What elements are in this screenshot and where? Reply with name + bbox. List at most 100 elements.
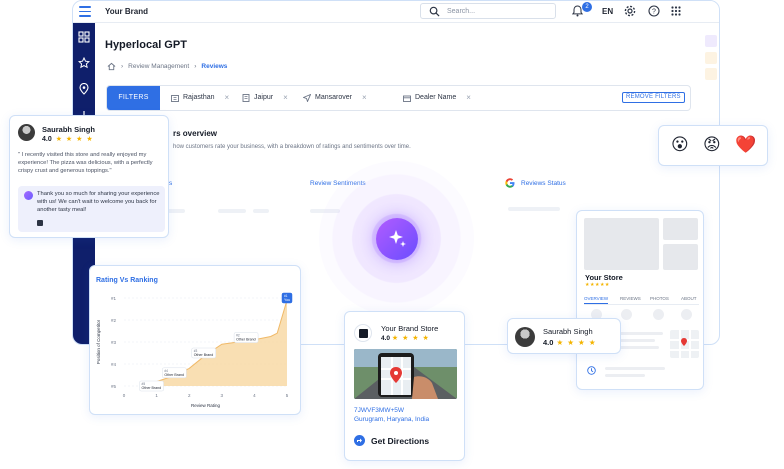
menu-icon[interactable]	[79, 6, 91, 17]
remove-filters-button[interactable]: REMOVE FILTERS	[622, 92, 685, 103]
angry-emoji-icon[interactable]: 😡	[703, 135, 721, 155]
profile-store-name: Your Store	[585, 273, 623, 282]
side-swatch	[705, 68, 717, 80]
get-directions-label: Get Directions	[371, 435, 430, 446]
mini-map	[670, 330, 699, 358]
star-icon[interactable]	[78, 57, 90, 69]
notification-badge: 2	[582, 2, 592, 12]
dashboard-icon[interactable]	[78, 31, 90, 43]
apps-grid-icon[interactable]	[671, 6, 681, 16]
heart-emoji-icon[interactable]: ❤️	[735, 135, 756, 155]
chart-annotation-label: Other Brand	[142, 386, 162, 390]
reviewer-card: Saurabh Singh 4.0 ★ ★ ★ ★	[507, 318, 621, 354]
info-line	[605, 374, 645, 377]
tab-photos[interactable]: PHOTOS	[650, 296, 669, 301]
building-icon	[171, 94, 179, 102]
filters-button[interactable]: FILTERS	[107, 86, 160, 110]
star-rating-icons: ★ ★ ★ ★	[556, 338, 597, 347]
action-icon[interactable]	[621, 309, 632, 320]
placeholder-bar	[218, 209, 246, 213]
filter-chip-mansarover[interactable]: Mansarover ×	[303, 93, 367, 102]
store-card: Your Brand Store 4.0 ★ ★ ★ ★ 7JWVF3MW+5W…	[344, 311, 465, 461]
overview-title: rs overview	[173, 129, 218, 138]
profile-tabs: OVERVIEW REVIEWS PHOTOS ABOUT	[584, 295, 699, 305]
search-icon	[429, 6, 440, 17]
reviewer-rating: 4.0 ★ ★ ★ ★	[42, 135, 94, 143]
map-phone-image	[354, 349, 457, 399]
chart-title: Rating Vs Ranking	[96, 277, 158, 284]
svg-text:?: ?	[652, 9, 656, 16]
y-tick-label: #4	[111, 362, 117, 367]
chevron-right-icon: ›	[121, 63, 124, 70]
chart-annotation-label: Other Brand	[236, 338, 256, 342]
tab-about[interactable]: ABOUT	[681, 296, 697, 301]
x-axis-label: Review Rating	[191, 403, 221, 408]
store-icon	[403, 95, 411, 102]
filter-chip-label: Jaipur	[254, 94, 274, 101]
reaction-card: 😮 😡 ❤️	[658, 125, 768, 166]
stop-icon[interactable]	[37, 220, 43, 226]
breadcrumb: › Review Management › Reviews	[107, 62, 227, 71]
top-bar: Your Brand Search... 2 EN ?	[73, 1, 719, 23]
surprised-emoji-icon[interactable]: 😮	[671, 135, 689, 155]
chart-annotation-label: Other Brand	[164, 373, 184, 377]
filter-chip-rajasthan[interactable]: Rajasthan ×	[171, 93, 229, 102]
store-rating: 4.0 ★ ★ ★ ★	[381, 334, 430, 342]
building-icon	[242, 93, 250, 102]
tab-reviews[interactable]: REVIEWS	[620, 296, 641, 301]
action-icon[interactable]	[681, 309, 692, 320]
y-tick-label: #5	[111, 384, 117, 389]
search-input[interactable]: Search...	[420, 3, 556, 19]
home-icon[interactable]	[107, 62, 116, 71]
placeholder-bar	[253, 209, 269, 213]
map-photo	[354, 349, 457, 399]
close-icon[interactable]: ×	[466, 93, 471, 102]
breadcrumb-reviews[interactable]: Reviews	[201, 63, 227, 70]
review-card: Saurabh Singh 4.0 ★ ★ ★ ★ " I recently v…	[9, 115, 169, 238]
location-icon[interactable]	[78, 83, 90, 95]
x-tick-label: 2	[188, 393, 191, 398]
ai-icon	[24, 191, 33, 200]
ai-reply-box: Thank you so much for sharing your exper…	[18, 186, 165, 232]
gear-icon[interactable]	[624, 5, 636, 17]
x-tick-label: 5	[286, 393, 289, 398]
chevron-right-icon: ›	[194, 63, 197, 70]
overview-subtitle: how customers rate your business, with a…	[173, 144, 411, 150]
y-tick-label: #3	[111, 340, 117, 345]
brand-name: Your Brand	[105, 7, 148, 16]
rating-value: 4.0	[42, 136, 52, 143]
address-code[interactable]: 7JWVF3MW+5W	[354, 407, 404, 414]
photo-placeholder	[584, 218, 659, 270]
chart-annotation-label: You	[284, 298, 290, 302]
y-tick-label: #2	[111, 318, 117, 323]
filter-chip-jaipur[interactable]: Jaipur ×	[242, 93, 288, 102]
close-icon[interactable]: ×	[225, 93, 230, 102]
x-tick-label: 1	[155, 393, 158, 398]
close-icon[interactable]: ×	[362, 93, 367, 102]
filter-chip-dealer-name[interactable]: Dealer Name ×	[403, 93, 471, 102]
help-icon[interactable]: ?	[648, 5, 660, 17]
reviewer-name: Saurabh Singh	[543, 327, 593, 336]
language-selector[interactable]: EN	[602, 7, 613, 16]
filter-chip-label: Mansarover	[315, 94, 352, 101]
close-icon[interactable]: ×	[283, 93, 288, 102]
review-text: " I recently visited this store and real…	[18, 152, 153, 174]
star-rating-icons: ★★★★★	[585, 282, 610, 288]
reviewer-rating: 4.0 ★ ★ ★ ★	[543, 338, 597, 347]
avatar	[18, 124, 35, 141]
star-rating-icons: ★ ★ ★ ★	[391, 335, 430, 342]
get-directions-button[interactable]: Get Directions	[354, 435, 429, 446]
section-left-label: s	[169, 180, 173, 187]
navigation-icon	[303, 93, 311, 102]
ai-sparkle-button[interactable]	[376, 218, 418, 260]
action-icon[interactable]	[653, 309, 664, 320]
tab-overview[interactable]: OVERVIEW	[584, 296, 609, 304]
star-rating-icons: ★ ★ ★ ★	[55, 136, 94, 143]
search-placeholder: Search...	[447, 7, 476, 15]
sparkle-icon	[389, 230, 406, 247]
breadcrumb-review-management[interactable]: Review Management	[128, 63, 189, 70]
address-city[interactable]: Gurugram, Haryana, India	[354, 416, 429, 423]
placeholder-bar	[508, 207, 560, 211]
ai-reply-text: Thank you so much for sharing your exper…	[37, 191, 160, 213]
photo-placeholder	[663, 244, 698, 270]
